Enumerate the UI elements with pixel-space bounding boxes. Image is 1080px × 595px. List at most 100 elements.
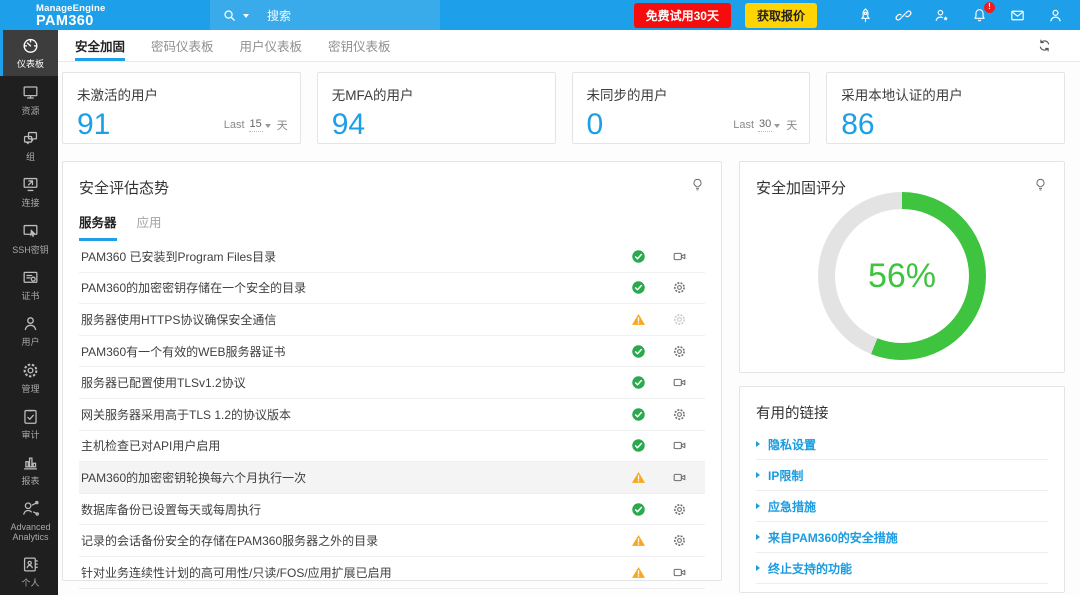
arrow-right-icon — [756, 565, 760, 571]
assessment-tabs: 服务器 应用 — [79, 212, 705, 241]
sidebar-item[interactable]: 仪表板 — [0, 30, 58, 76]
assessment-rows: PAM360 已安装到Program Files目录 PAM360的加密密钥存储… — [79, 241, 705, 589]
sidebar-item[interactable]: 连接 — [0, 169, 58, 215]
video-help-icon[interactable] — [672, 438, 687, 453]
header-icon[interactable] — [1047, 7, 1064, 24]
assessment-row[interactable]: 针对业务连续性计划的高可用性/只读/FOS/应用扩展已启用 — [79, 557, 705, 589]
search-placeholder: 搜索 — [267, 7, 291, 24]
header-icon[interactable] — [895, 7, 912, 24]
link-item[interactable]: IP限制 — [756, 460, 1048, 491]
assessment-row[interactable]: PAM360的加密密钥存储在一个安全的目录 — [79, 273, 705, 305]
link-item[interactable]: 隐私设置 — [756, 429, 1048, 460]
assessment-row[interactable]: 主机检查已对API用户启用 — [79, 431, 705, 463]
stat-card[interactable]: 采用本地认证的用户 86 — [826, 72, 1065, 144]
link-item[interactable]: 终止支持的功能 — [756, 553, 1048, 584]
settings-gear-icon[interactable] — [672, 407, 687, 422]
stat-card-title: 采用本地认证的用户 — [841, 84, 1050, 104]
lightbulb-icon[interactable] — [690, 177, 705, 192]
settings-gear-icon[interactable] — [672, 312, 687, 327]
dashboard-tab[interactable]: 安全加固 — [75, 30, 125, 61]
link-item[interactable]: 来自PAM360的安全措施 — [756, 522, 1048, 553]
period-value[interactable]: 30 — [758, 118, 772, 132]
settings-gear-icon[interactable] — [672, 280, 687, 295]
dashboard-tabbar: 安全加固 密码仪表板 用户仪表板 密钥仪表板 — [58, 30, 1080, 62]
stat-card[interactable]: 无MFA的用户 94 — [317, 72, 556, 144]
video-help-icon[interactable] — [672, 565, 687, 580]
sidebar-item[interactable]: 审计 — [0, 400, 58, 446]
assessment-row[interactable]: 服务器已配置使用TLSv1.2协议 — [79, 367, 705, 399]
brand-logo[interactable]: ManageEngine PAM360 — [0, 0, 210, 30]
settings-gear-icon[interactable] — [672, 533, 687, 548]
dashboard-tab[interactable]: 密钥仪表板 — [328, 30, 391, 61]
stat-card-title: 未同步的用户 — [587, 84, 796, 104]
settings-gear-icon[interactable] — [672, 502, 687, 517]
video-help-icon[interactable] — [672, 470, 687, 485]
arrow-right-icon — [756, 441, 760, 447]
dashboard-tab[interactable]: 用户仪表板 — [240, 30, 303, 61]
header-icon[interactable] — [933, 7, 950, 24]
sidebar-item[interactable]: 管理 — [0, 354, 58, 400]
search-scope-caret-icon[interactable] — [243, 14, 249, 18]
status-ok-icon — [631, 375, 646, 390]
assessment-row[interactable]: 网关服务器采用高于TLS 1.2的协议版本 — [79, 399, 705, 431]
stat-card[interactable]: 未激活的用户 91 Last 15 天 — [62, 72, 301, 144]
assessment-tab[interactable]: 应用 — [137, 212, 162, 241]
sidebar-item[interactable]: SSH密钥 — [0, 215, 58, 261]
stat-card[interactable]: 未同步的用户 0 Last 30 天 — [572, 72, 811, 144]
sidebar-item-icon — [21, 83, 40, 102]
link-item[interactable]: 应急措施 — [756, 491, 1048, 522]
arrow-right-icon — [756, 503, 760, 509]
sidebar-item[interactable]: Advanced Analytics — [0, 493, 58, 549]
period-value[interactable]: 15 — [249, 118, 263, 132]
link-label: 终止支持的功能 — [768, 560, 852, 577]
assessment-row[interactable]: 记录的会话备份安全的存储在PAM360服务器之外的目录 — [79, 525, 705, 557]
status-ok-icon — [631, 280, 646, 295]
header-icon[interactable] — [1009, 7, 1026, 24]
stat-cards-row: 未激活的用户 91 Last 15 天 无MFA的用户 94 — [62, 72, 1065, 144]
sidebar-item-label: 组 — [26, 152, 35, 162]
assessment-row[interactable]: PAM360 已安装到Program Files目录 — [79, 241, 705, 273]
assessment-row[interactable]: 服务器使用HTTPS协议确保安全通信 — [79, 304, 705, 336]
sidebar-item-icon — [21, 175, 40, 194]
link-label: 隐私设置 — [768, 436, 816, 453]
notification-badge: ! — [984, 2, 995, 13]
refresh-icon[interactable] — [1037, 38, 1052, 53]
global-search[interactable]: 搜索 — [210, 0, 440, 30]
sidebar-item[interactable]: 证书 — [0, 261, 58, 307]
sidebar-item[interactable]: 资源 — [0, 76, 58, 122]
sidebar-item[interactable]: 组 — [0, 123, 58, 169]
score-percent-label: 56% — [868, 257, 936, 296]
stat-period-selector[interactable]: Last 30 天 — [733, 117, 797, 133]
assessment-row[interactable]: PAM360的加密密钥轮换每六个月执行一次 — [79, 462, 705, 494]
brand-line2: PAM360 — [36, 13, 210, 29]
sidebar-item[interactable]: 报表 — [0, 447, 58, 493]
header-icon[interactable]: ! — [971, 7, 988, 24]
assessment-row[interactable]: 数据库备份已设置每天或每周执行 — [79, 494, 705, 526]
sidebar-item-icon — [21, 499, 40, 518]
security-assessment-panel: 安全评估态势 服务器 应用 PAM360 已安装到Program Files目录 — [62, 161, 722, 581]
lightbulb-icon[interactable] — [1033, 177, 1048, 192]
sidebar-item-icon — [21, 314, 40, 333]
stat-period-selector[interactable]: Last 15 天 — [224, 117, 288, 133]
assessment-row-text: PAM360有一个有效的WEB服务器证书 — [81, 343, 631, 360]
links-title: 有用的链接 — [756, 402, 1048, 423]
assessment-tab[interactable]: 服务器 — [79, 212, 117, 241]
assessment-title: 安全评估态势 — [79, 177, 169, 198]
get-quote-button[interactable]: 获取报价 — [745, 3, 817, 28]
assessment-row-text: 数据库备份已设置每天或每周执行 — [81, 501, 631, 518]
assessment-row[interactable]: PAM360有一个有效的WEB服务器证书 — [79, 336, 705, 368]
status-ok-icon — [631, 438, 646, 453]
free-trial-button[interactable]: 免费试用30天 — [634, 3, 731, 28]
video-help-icon[interactable] — [672, 375, 687, 390]
assessment-row-text: PAM360的加密密钥轮换每六个月执行一次 — [81, 469, 631, 486]
sidebar-item-icon — [21, 129, 40, 148]
settings-gear-icon[interactable] — [672, 344, 687, 359]
useful-links-panel: 有用的链接 隐私设置 IP限制 — [739, 386, 1065, 593]
sidebar-item[interactable]: 用户 — [0, 308, 58, 354]
header-icon-group: ! — [857, 0, 1064, 30]
dashboard-content: 未激活的用户 91 Last 15 天 无MFA的用户 94 — [58, 62, 1080, 595]
dashboard-tab[interactable]: 密码仪表板 — [151, 30, 214, 61]
sidebar-item[interactable]: 个人 — [0, 549, 58, 595]
header-icon[interactable] — [857, 7, 874, 24]
video-help-icon[interactable] — [672, 249, 687, 264]
